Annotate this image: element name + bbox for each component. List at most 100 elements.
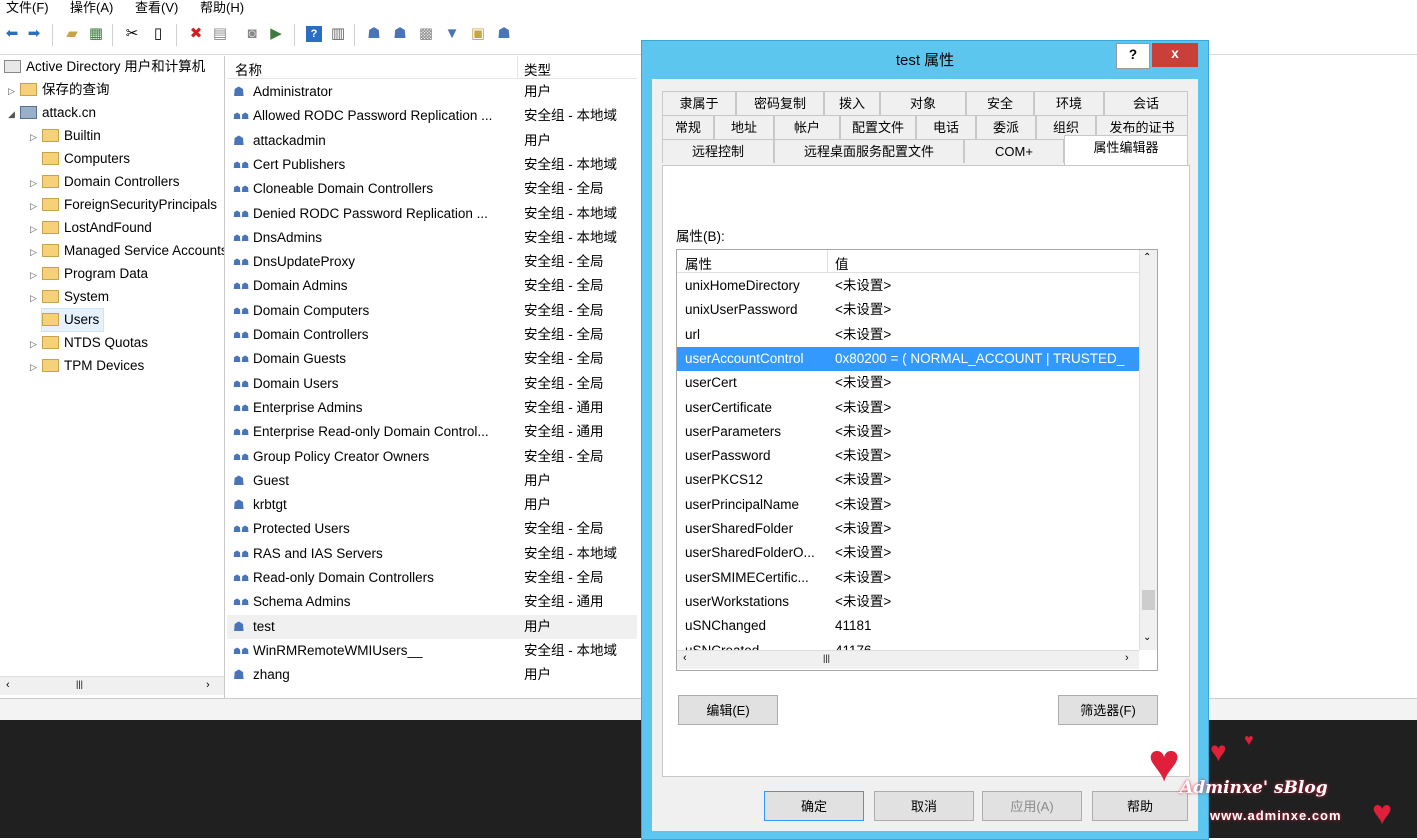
list-item[interactable]: ☗☗ Domain Admins 安全组 - 全局 bbox=[227, 274, 637, 298]
list-item[interactable]: ☗☗ Allowed RODC Password Replication ... 安… bbox=[227, 104, 637, 128]
tree-item-lost-and-found[interactable]: ▷ LostAndFound bbox=[30, 217, 152, 239]
delete-icon[interactable]: ✖ bbox=[188, 26, 204, 42]
tab-profile[interactable]: 配置文件 bbox=[840, 115, 916, 139]
tab-account[interactable]: 帐户 bbox=[774, 115, 840, 139]
attribute-row[interactable]: userCertificate <未设置> bbox=[677, 396, 1139, 420]
list-item[interactable]: ☗ krbtgt 用户 bbox=[227, 493, 637, 517]
tree-item-tpm-devices[interactable]: ▷ TPM Devices bbox=[30, 355, 144, 377]
export-list-icon[interactable]: ▶ bbox=[268, 26, 284, 42]
copy-icon[interactable]: ▯ bbox=[150, 26, 166, 42]
tree-horizontal-scrollbar[interactable]: ‹ ||| › bbox=[0, 676, 224, 695]
filter-button[interactable]: 筛选器(F) bbox=[1058, 695, 1158, 725]
add-to-group-icon[interactable]: ☗ bbox=[496, 26, 512, 42]
scroll-grip-icon[interactable]: ||| bbox=[823, 653, 830, 663]
collapse-icon[interactable]: ◢ bbox=[8, 103, 20, 125]
tree-root[interactable]: Active Directory 用户和计算机 bbox=[4, 56, 205, 78]
tab-environment[interactable]: 环境 bbox=[1034, 91, 1104, 115]
list-item[interactable]: ☗☗ Domain Controllers 安全组 - 全局 bbox=[227, 323, 637, 347]
list-item[interactable]: ☗☗ Domain Guests 安全组 - 全局 bbox=[227, 347, 637, 371]
list-item[interactable]: ☗ Guest 用户 bbox=[227, 469, 637, 493]
list-item[interactable]: ☗☗ Protected Users 安全组 - 全局 bbox=[227, 517, 637, 541]
tab-password-replication[interactable]: 密码复制 bbox=[736, 91, 824, 115]
menu-view[interactable]: 查看(V) bbox=[135, 0, 178, 16]
attribute-row[interactable]: uSNChanged 41181 bbox=[677, 614, 1139, 638]
dialog-close-button[interactable]: x bbox=[1152, 43, 1198, 67]
scroll-left-icon[interactable]: ‹ bbox=[6, 679, 10, 691]
list-item[interactable]: ☗☗ WinRMRemoteWMIUsers__ 安全组 - 本地域 bbox=[227, 639, 637, 663]
attribute-row[interactable]: userSharedFolder <未设置> bbox=[677, 517, 1139, 541]
cut-icon[interactable]: ✂ bbox=[124, 26, 140, 42]
properties-icon[interactable]: ▤ bbox=[212, 26, 228, 42]
new-user-icon[interactable]: ☗ bbox=[366, 26, 382, 42]
tab-telephones[interactable]: 电话 bbox=[916, 115, 976, 139]
column-header-type[interactable]: 类型 bbox=[524, 59, 551, 79]
expand-icon[interactable]: ▷ bbox=[30, 195, 42, 217]
tree-item-managed-service-accounts[interactable]: ▷ Managed Service Accounts bbox=[30, 240, 224, 263]
expand-icon[interactable]: ▷ bbox=[30, 264, 42, 286]
list-item[interactable]: ☗ test 用户 bbox=[227, 614, 637, 639]
menu-help[interactable]: 帮助(H) bbox=[200, 0, 244, 16]
scroll-up-icon[interactable]: ⌃ bbox=[1143, 252, 1151, 263]
menu-file[interactable]: 文件(F) bbox=[6, 0, 49, 16]
menu-action[interactable]: 操作(A) bbox=[70, 0, 113, 16]
list-item[interactable]: ☗☗ DnsAdmins 安全组 - 本地域 bbox=[227, 226, 637, 250]
scroll-right-icon[interactable]: › bbox=[1125, 652, 1129, 664]
tab-attribute-editor[interactable]: 属性编辑器 bbox=[1064, 135, 1188, 165]
up-folder-icon[interactable]: ▰ bbox=[64, 26, 80, 42]
expand-icon[interactable]: ▷ bbox=[30, 126, 42, 148]
expand-icon[interactable]: ▷ bbox=[30, 241, 42, 263]
tree-item-program-data[interactable]: ▷ Program Data bbox=[30, 263, 148, 285]
list-item[interactable]: ☗☗ Group Policy Creator Owners 安全组 - 全局 bbox=[227, 445, 637, 469]
tree-item-ntds-quotas[interactable]: ▷ NTDS Quotas bbox=[30, 332, 148, 354]
attribute-row[interactable]: userPassword <未设置> bbox=[677, 444, 1139, 468]
show-console-tree-icon[interactable]: ▦ bbox=[88, 26, 104, 42]
grid-horizontal-scrollbar[interactable]: ‹ ||| › bbox=[677, 650, 1139, 669]
scroll-left-icon[interactable]: ‹ bbox=[683, 652, 687, 664]
tab-delegation[interactable]: 委派 bbox=[976, 115, 1036, 139]
list-item[interactable]: ☗☗ Denied RODC Password Replication ... 安全… bbox=[227, 202, 637, 226]
tab-general[interactable]: 常规 bbox=[662, 115, 714, 139]
list-item[interactable]: ☗☗ Domain Users 安全组 - 全局 bbox=[227, 372, 637, 396]
scroll-down-icon[interactable]: ⌄ bbox=[1143, 632, 1151, 643]
console-icon[interactable]: ▥ bbox=[330, 26, 346, 42]
scroll-grip-icon[interactable]: ||| bbox=[76, 679, 83, 689]
tree-item-system[interactable]: ▷ System bbox=[30, 286, 109, 308]
tree-item-builtin[interactable]: ▷ Builtin bbox=[30, 125, 101, 147]
expand-icon[interactable]: ▷ bbox=[30, 218, 42, 240]
list-item[interactable]: ☗☗ Schema Admins 安全组 - 通用 bbox=[227, 590, 637, 614]
tree-item-computers[interactable]: Computers bbox=[30, 148, 130, 170]
find-icon[interactable]: ▣ bbox=[470, 26, 486, 42]
attribute-row[interactable]: userParameters <未设置> bbox=[677, 420, 1139, 444]
attribute-row[interactable]: userSharedFolderO... <未设置> bbox=[677, 541, 1139, 565]
attribute-row[interactable]: userAccountControl 0x80200 = ( NORMAL_ACC… bbox=[677, 346, 1139, 371]
forward-icon[interactable]: ➡ bbox=[26, 26, 42, 42]
cancel-button[interactable]: 取消 bbox=[874, 791, 974, 821]
attribute-row[interactable]: userWorkstations <未设置> bbox=[677, 590, 1139, 614]
list-item[interactable]: ☗ zhang 用户 bbox=[227, 663, 637, 687]
back-icon[interactable]: ⬅ bbox=[4, 26, 20, 42]
attribute-row[interactable]: url <未设置> bbox=[677, 323, 1139, 347]
attribute-grid[interactable]: 属性 值 unixHomeDirectory <未设置> unixUserPassw… bbox=[676, 249, 1158, 671]
tree-item-domain[interactable]: ◢ attack.cn bbox=[8, 102, 96, 124]
list-item[interactable]: ☗☗ Read-only Domain Controllers 安全组 - 全局 bbox=[227, 566, 637, 590]
attribute-row[interactable]: userPKCS12 <未设置> bbox=[677, 468, 1139, 492]
refresh-icon[interactable]: ◙ bbox=[244, 26, 260, 42]
tree-item-users[interactable]: Users bbox=[40, 308, 105, 332]
list-item[interactable]: ☗ attackadmin 用户 bbox=[227, 129, 637, 153]
edit-button[interactable]: 编辑(E) bbox=[678, 695, 778, 725]
attribute-row[interactable]: userPrincipalName <未设置> bbox=[677, 493, 1139, 517]
list-item[interactable]: ☗☗ DnsUpdateProxy 安全组 - 全局 bbox=[227, 250, 637, 274]
tab-com-plus[interactable]: COM+ bbox=[964, 139, 1064, 163]
list-item[interactable]: ☗☗ Enterprise Read-only Domain Control...… bbox=[227, 420, 637, 444]
attribute-row[interactable]: userSMIMECertific... <未设置> bbox=[677, 566, 1139, 590]
list-item[interactable]: ☗☗ RAS and IAS Servers 安全组 - 本地域 bbox=[227, 542, 637, 566]
apply-button[interactable]: 应用(A) bbox=[982, 791, 1082, 821]
expand-icon[interactable]: ▷ bbox=[30, 356, 42, 378]
ok-button[interactable]: 确定 bbox=[764, 791, 864, 821]
new-ou-icon[interactable]: ▩ bbox=[418, 26, 434, 42]
grid-vertical-scrollbar[interactable]: ⌃ ⌄ bbox=[1139, 250, 1157, 650]
expand-icon[interactable]: ▷ bbox=[30, 172, 42, 194]
attribute-row[interactable]: userCert <未设置> bbox=[677, 371, 1139, 395]
tab-security[interactable]: 安全 bbox=[966, 91, 1034, 115]
tree-item-domain-controllers[interactable]: ▷ Domain Controllers bbox=[30, 171, 180, 193]
